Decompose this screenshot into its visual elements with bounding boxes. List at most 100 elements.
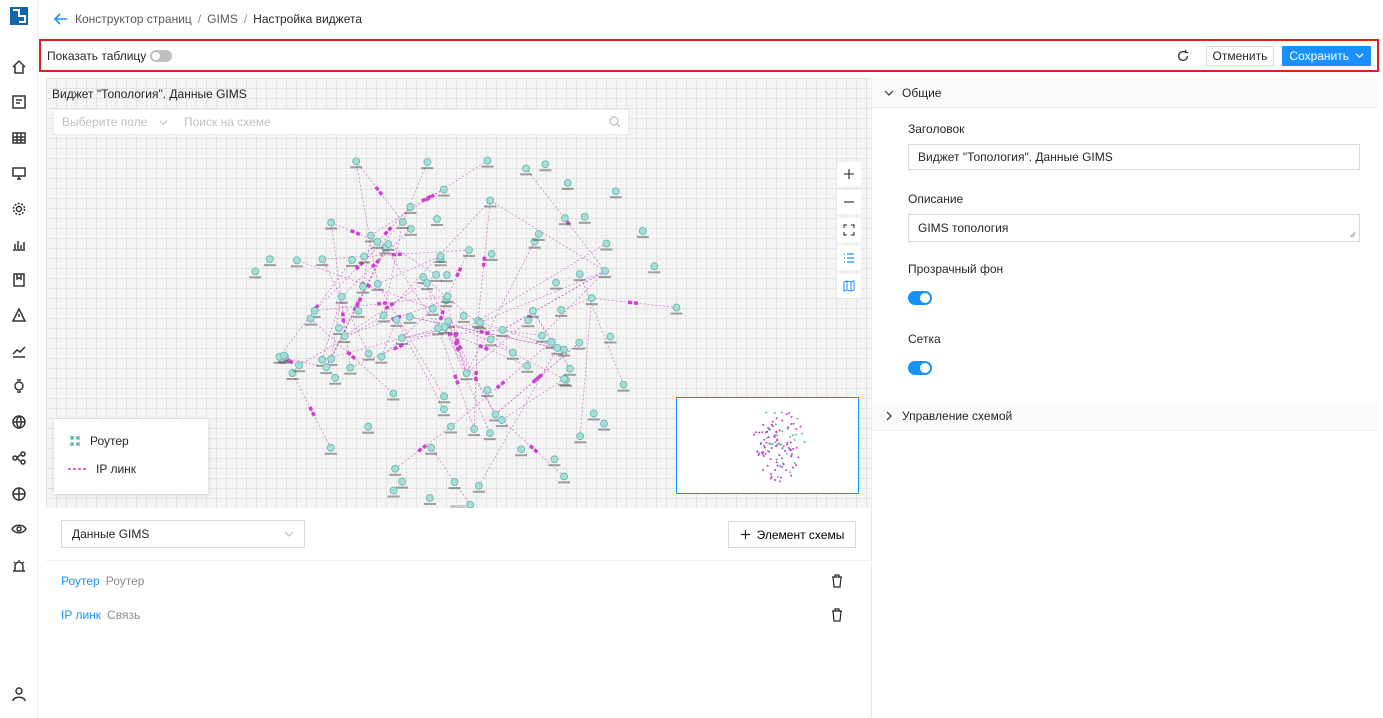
router-node[interactable] bbox=[600, 419, 608, 428]
router-node[interactable] bbox=[466, 500, 475, 508]
router-node[interactable] bbox=[470, 425, 479, 433]
router-node[interactable] bbox=[360, 252, 369, 261]
router-node[interactable] bbox=[523, 361, 532, 370]
field-select[interactable]: Выберите поле bbox=[54, 115, 174, 129]
ip-link-edge[interactable] bbox=[466, 241, 535, 374]
router-node[interactable] bbox=[377, 352, 386, 361]
router-node[interactable] bbox=[405, 312, 414, 321]
breadcrumb-item-constructor[interactable]: Конструктор страниц bbox=[75, 12, 192, 26]
router-node[interactable] bbox=[392, 315, 401, 324]
ip-link-edge[interactable] bbox=[362, 235, 372, 287]
settings-gear-icon[interactable] bbox=[9, 199, 29, 219]
router-node[interactable] bbox=[553, 343, 562, 352]
router-node[interactable] bbox=[462, 369, 471, 378]
router-node[interactable] bbox=[450, 478, 459, 486]
router-node[interactable] bbox=[560, 345, 568, 354]
router-node[interactable] bbox=[391, 464, 400, 473]
router-node[interactable] bbox=[508, 348, 517, 357]
router-node[interactable] bbox=[389, 486, 398, 495]
router-node[interactable] bbox=[486, 196, 495, 205]
ip-link-edge[interactable] bbox=[490, 200, 606, 272]
element-link-router[interactable]: Роутер bbox=[61, 574, 100, 588]
router-node[interactable] bbox=[359, 282, 367, 291]
router-node[interactable] bbox=[433, 215, 441, 223]
user-icon[interactable] bbox=[9, 684, 29, 704]
router-node[interactable] bbox=[251, 267, 260, 276]
eye-icon[interactable] bbox=[9, 519, 29, 539]
router-node[interactable] bbox=[476, 318, 484, 327]
router-node[interactable] bbox=[340, 332, 349, 340]
router-node[interactable] bbox=[398, 334, 406, 342]
router-node[interactable] bbox=[650, 262, 659, 271]
ip-link-label-marker[interactable] bbox=[417, 442, 429, 453]
router-node[interactable] bbox=[522, 164, 530, 173]
ip-link-edge[interactable] bbox=[501, 378, 565, 421]
router-node[interactable] bbox=[575, 338, 584, 347]
router-node[interactable] bbox=[280, 351, 288, 360]
list-view-icon[interactable] bbox=[837, 246, 861, 270]
show-table-toggle[interactable] bbox=[150, 49, 173, 62]
ip-link-edge[interactable] bbox=[579, 274, 624, 385]
transparent-bg-toggle[interactable] bbox=[908, 291, 932, 305]
router-node[interactable] bbox=[265, 255, 274, 263]
warning-icon[interactable] bbox=[9, 305, 29, 325]
router-node[interactable] bbox=[327, 355, 336, 363]
router-node[interactable] bbox=[672, 303, 681, 312]
alarm-icon[interactable] bbox=[9, 556, 29, 576]
router-node[interactable] bbox=[364, 422, 373, 431]
watch-icon[interactable] bbox=[9, 376, 29, 396]
datasource-select[interactable]: Данные GIMS bbox=[61, 520, 305, 548]
router-node[interactable] bbox=[439, 185, 448, 194]
router-node[interactable] bbox=[589, 409, 598, 418]
router-node[interactable] bbox=[348, 256, 356, 264]
router-node[interactable] bbox=[425, 494, 434, 502]
router-node[interactable] bbox=[601, 267, 610, 275]
ip-link-edge[interactable] bbox=[377, 255, 441, 285]
grid-toggle[interactable] bbox=[908, 361, 932, 375]
globe-network-icon[interactable] bbox=[9, 484, 29, 504]
router-node[interactable] bbox=[436, 252, 445, 260]
cancel-button[interactable]: Отменить bbox=[1205, 45, 1275, 66]
router-node[interactable] bbox=[606, 332, 615, 341]
router-node[interactable] bbox=[563, 178, 572, 187]
router-node[interactable] bbox=[547, 338, 556, 346]
ip-link-label-marker[interactable] bbox=[307, 404, 316, 417]
ip-link-label-marker[interactable] bbox=[627, 300, 641, 306]
fit-screen-icon[interactable] bbox=[837, 218, 861, 242]
ip-link-edge[interactable] bbox=[430, 447, 471, 506]
minimap[interactable] bbox=[676, 397, 859, 494]
router-node[interactable] bbox=[491, 410, 500, 419]
router-node[interactable] bbox=[318, 355, 327, 364]
router-node[interactable] bbox=[541, 160, 550, 169]
zoom-out-icon[interactable] bbox=[837, 190, 861, 214]
router-node[interactable] bbox=[440, 392, 448, 401]
ip-link-edge[interactable] bbox=[579, 298, 593, 437]
save-button[interactable]: Сохранить bbox=[1282, 45, 1371, 66]
router-node[interactable] bbox=[434, 324, 442, 333]
ip-link-label-marker[interactable] bbox=[527, 442, 539, 454]
router-node[interactable] bbox=[611, 187, 620, 196]
router-node[interactable] bbox=[326, 443, 335, 452]
router-node[interactable] bbox=[557, 305, 566, 314]
router-node[interactable] bbox=[560, 214, 569, 223]
router-node[interactable] bbox=[638, 227, 647, 235]
router-node[interactable] bbox=[295, 361, 303, 370]
schema-search-input[interactable]: Поиск на схеме bbox=[174, 115, 608, 129]
bookmark-icon[interactable] bbox=[9, 270, 29, 290]
router-node[interactable] bbox=[619, 380, 628, 389]
router-node[interactable] bbox=[389, 389, 398, 398]
breadcrumb-item-gims[interactable]: GIMS bbox=[207, 12, 238, 26]
router-node[interactable] bbox=[322, 363, 331, 372]
ip-link-label-marker[interactable] bbox=[354, 297, 363, 310]
app-logo-icon[interactable] bbox=[9, 6, 29, 26]
router-node[interactable] bbox=[337, 292, 346, 301]
router-node[interactable] bbox=[373, 237, 382, 246]
router-node[interactable] bbox=[406, 203, 415, 211]
router-node[interactable] bbox=[379, 311, 388, 320]
topology-canvas[interactable]: Виджет "Топология". Данные GIMS Выберите… bbox=[46, 78, 870, 508]
refresh-icon[interactable] bbox=[1174, 47, 1192, 65]
router-node[interactable] bbox=[552, 278, 560, 287]
bar-chart-icon[interactable] bbox=[9, 234, 29, 254]
router-node[interactable] bbox=[517, 445, 526, 454]
router-node[interactable] bbox=[366, 231, 375, 240]
